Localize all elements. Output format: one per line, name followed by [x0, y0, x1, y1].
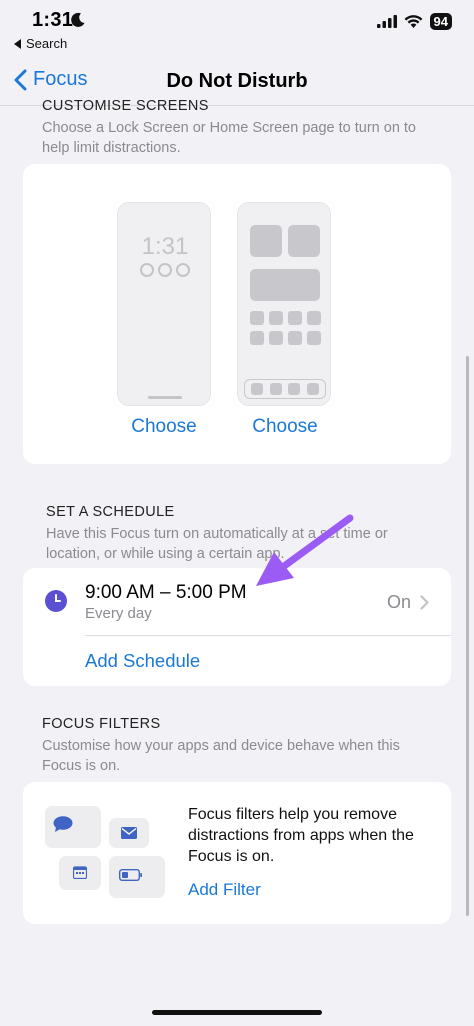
settings-content[interactable]: CUSTOMISE SCREENS Choose a Lock Screen o…	[0, 100, 474, 1026]
filter-tile-messages	[45, 806, 101, 848]
app-icon-placeholder	[307, 311, 321, 325]
navigation-bar: Do Not Disturb Focus	[0, 58, 474, 106]
moon-icon	[71, 12, 85, 27]
focus-filters-description: Customise how your apps and device behav…	[42, 738, 400, 774]
customise-screens-card: 1:31 Choose Choose	[23, 164, 451, 464]
back-triangle-icon	[14, 38, 21, 49]
app-icon-placeholder	[288, 311, 302, 325]
filter-tile-mail	[109, 818, 149, 848]
customise-screens-header: CUSTOMISE SCREENS	[42, 100, 209, 114]
filter-tile-calendar	[59, 856, 101, 890]
back-button-label: Focus	[33, 68, 88, 90]
back-to-app-label: Search	[26, 36, 68, 51]
chevron-left-icon	[14, 69, 27, 90]
app-icon-placeholder	[269, 311, 283, 325]
home-indicator[interactable]	[152, 1010, 322, 1015]
chevron-right-icon	[420, 595, 429, 610]
app-icon-placeholder	[288, 331, 302, 345]
schedule-time-range: 9:00 AM – 5:00 PM	[85, 582, 247, 603]
calendar-icon	[73, 866, 87, 879]
widget-block	[250, 225, 282, 257]
focus-filters-card: Focus filters help you remove distractio…	[23, 782, 451, 924]
battery-level-badge: 94	[429, 13, 452, 30]
focus-filters-explanation: Focus filters help you remove distractio…	[188, 806, 414, 865]
back-button[interactable]: Focus	[14, 68, 87, 91]
schedule-item[interactable]: 9:00 AM – 5:00 PM Every day On	[23, 568, 451, 636]
clock-icon	[45, 590, 67, 612]
choose-home-screen-button[interactable]: Choose	[235, 416, 335, 438]
schedule-repeat: Every day	[85, 605, 152, 622]
widget-block	[288, 225, 320, 257]
focus-filters-header: FOCUS FILTERS	[42, 716, 161, 732]
widget-circle	[158, 263, 172, 277]
mail-icon	[121, 827, 137, 839]
cellular-signal-icon	[376, 15, 397, 28]
app-icon-placeholder	[250, 331, 264, 345]
dock-icon-placeholder	[288, 383, 300, 395]
schedule-card: 9:00 AM – 5:00 PM Every day On Add Sched…	[23, 568, 451, 686]
status-indicators: 94	[376, 13, 452, 30]
dock-icon-placeholder	[251, 383, 263, 395]
add-filter-button[interactable]: Add Filter	[188, 880, 261, 900]
widget-block	[250, 269, 320, 301]
row-divider	[85, 635, 451, 636]
lock-screen-preview[interactable]: 1:31	[117, 202, 211, 406]
lock-screen-widgets	[140, 263, 190, 277]
widget-circle	[176, 263, 190, 277]
app-icon-placeholder	[250, 311, 264, 325]
add-schedule-button[interactable]: Add Schedule	[85, 650, 200, 672]
home-screen-preview[interactable]	[237, 202, 331, 406]
scroll-indicator[interactable]	[466, 356, 469, 916]
customise-screens-description: Choose a Lock Screen or Home Screen page…	[42, 120, 416, 156]
widget-circle	[140, 263, 154, 277]
filter-tile-battery	[109, 856, 165, 898]
app-icon-placeholder	[269, 331, 283, 345]
app-icon-placeholder	[307, 331, 321, 345]
dock-icon-placeholder	[307, 383, 319, 395]
schedule-status: On	[386, 592, 411, 612]
set-schedule-header: SET A SCHEDULE	[46, 504, 175, 520]
dock-icon-placeholder	[270, 383, 282, 395]
wifi-icon	[404, 14, 422, 28]
set-schedule-description: Have this Focus turn on automatically at…	[46, 526, 388, 562]
annotation-arrow-icon	[256, 514, 354, 586]
home-screen-dock	[244, 379, 326, 399]
lock-screen-preview-time: 1:31	[141, 233, 189, 260]
back-to-app-link[interactable]: Search	[14, 36, 67, 51]
preview-home-indicator	[148, 396, 182, 399]
status-bar: 1:31 Search 94	[0, 0, 474, 58]
choose-lock-screen-button[interactable]: Choose	[114, 416, 214, 438]
low-power-battery-icon	[119, 869, 142, 881]
status-time: 1:31	[32, 9, 74, 31]
speech-bubble-icon	[53, 816, 73, 832]
